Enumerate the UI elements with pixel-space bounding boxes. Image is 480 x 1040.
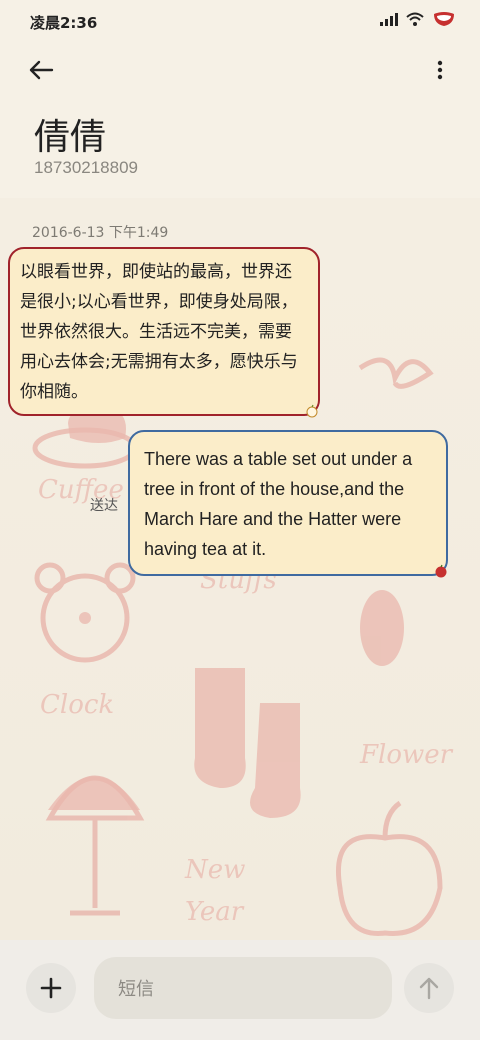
message-input-placeholder: 短信	[118, 979, 154, 1000]
svg-text:Clock: Clock	[40, 690, 114, 720]
svg-text:Flower: Flower	[359, 740, 454, 770]
more-vertical-icon	[437, 60, 443, 80]
app-bar	[0, 44, 480, 96]
status-bar: 凌晨2:36	[0, 0, 480, 44]
svg-text:Year: Year	[185, 897, 245, 927]
message-input[interactable]: 短信	[94, 957, 392, 1019]
apple-icon	[306, 404, 318, 418]
delivered-status: 送达	[90, 498, 118, 514]
contact-name: 倩倩	[34, 117, 107, 158]
outgoing-message-bubble[interactable]: There was a table set out under a tree i…	[128, 430, 448, 576]
contact-number: 18730218809	[34, 158, 139, 177]
send-button[interactable]	[404, 963, 454, 1013]
add-attachment-button[interactable]	[26, 963, 76, 1013]
arrow-up-icon	[419, 977, 439, 1000]
back-button[interactable]	[28, 52, 72, 88]
signal-icon	[380, 13, 398, 26]
outgoing-message-text: There was a table set out under a tree i…	[144, 449, 413, 559]
battery-icon	[434, 12, 454, 26]
status-time: 凌晨2:36	[30, 14, 98, 32]
svg-text:New: New	[184, 855, 245, 885]
incoming-message-bubble[interactable]: 以眼看世界，即使站的最高，世界还是很小;以心看世界，即使身处局限，世界依然很大。…	[8, 247, 320, 416]
plus-icon	[40, 977, 62, 999]
more-options-button[interactable]	[430, 52, 450, 88]
status-icons	[380, 11, 456, 27]
wifi-icon	[406, 12, 424, 26]
arrow-left-icon	[29, 60, 54, 80]
incoming-message-text: 以眼看世界，即使站的最高，世界还是很小;以心看世界，即使身处局限，世界依然很大。…	[20, 262, 298, 402]
message-timestamp: 2016-6-13 下午1:49	[32, 225, 169, 241]
apple-icon	[435, 564, 447, 578]
